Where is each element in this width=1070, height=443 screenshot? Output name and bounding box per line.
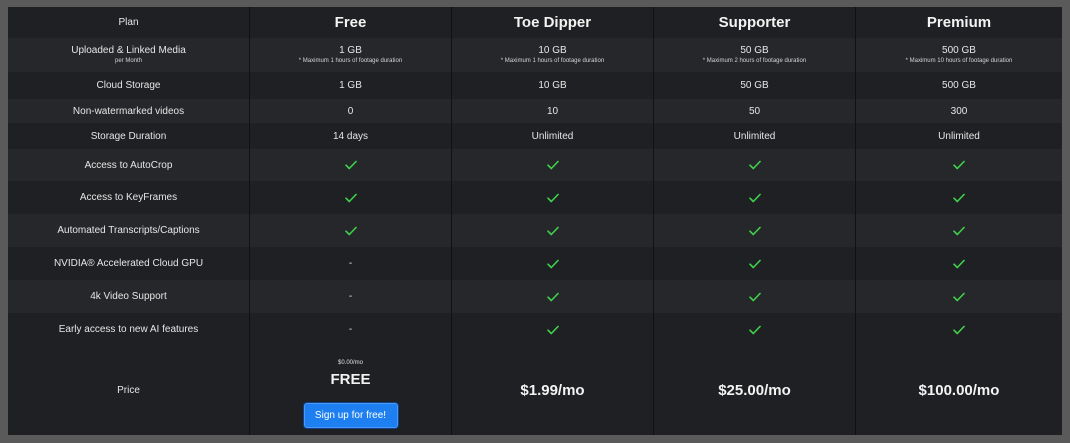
media-premium: 500 GB * Maximum 10 hours of footage dur… [855, 38, 1062, 72]
media-toe-dipper: 10 GB * Maximum 1 hours of footage durat… [451, 38, 653, 72]
signup-free-button[interactable]: Sign up for free! [303, 402, 398, 428]
row-label-nvidia-accelerated-cloud-gpu: NVIDIA® Accelerated Cloud GPU [8, 247, 249, 280]
row-label-media: Uploaded & Linked Media per Month [8, 38, 249, 72]
automated-transcripts-captions-toe-dipper-check-icon [451, 214, 653, 247]
media-supporter-note: * Maximum 2 hours of footage duration [702, 58, 807, 65]
row-label-early-access-to-new-ai-features: Early access to new AI features [8, 313, 249, 346]
automated-transcripts-captions-supporter-check-icon [653, 214, 855, 247]
row-label-storage-duration: Storage Duration [8, 123, 249, 149]
media-free: 1 GB * Maximum 1 hours of footage durati… [249, 38, 451, 72]
price-free-small: $0.00/mo [337, 359, 364, 366]
access-to-keyframes-free-check-icon [249, 181, 451, 214]
nvidia-accelerated-cloud-gpu-free-value: - [249, 247, 451, 280]
row-label-cloud-storage: Cloud Storage [8, 72, 249, 99]
media-free-value: 1 GB [339, 44, 362, 56]
automated-transcripts-captions-free-check-icon [249, 214, 451, 247]
access-to-keyframes-premium-check-icon [855, 181, 1062, 214]
cloud-storage-free-value: 1 GB [249, 72, 451, 99]
4k-video-support-supporter-check-icon [653, 280, 855, 313]
row-label-access-to-keyframes: Access to KeyFrames [8, 181, 249, 214]
non-watermarked-videos-toe-dipper-value: 10 [451, 99, 653, 123]
access-to-keyframes-supporter-check-icon [653, 181, 855, 214]
media-supporter: 50 GB * Maximum 2 hours of footage durat… [653, 38, 855, 72]
storage-duration-toe-dipper-value: Unlimited [451, 123, 653, 149]
row-label-access-to-autocrop: Access to AutoCrop [8, 149, 249, 181]
early-access-to-new-ai-features-toe-dipper-check-icon [451, 313, 653, 346]
media-label: Uploaded & Linked Media [71, 44, 186, 56]
media-free-note: * Maximum 1 hours of footage duration [298, 58, 403, 65]
price-premium: $100.00/mo [855, 346, 1062, 435]
price-toe-dipper: $1.99/mo [451, 346, 653, 435]
early-access-to-new-ai-features-premium-check-icon [855, 313, 1062, 346]
access-to-autocrop-free-check-icon [249, 149, 451, 181]
nvidia-accelerated-cloud-gpu-toe-dipper-check-icon [451, 247, 653, 280]
non-watermarked-videos-free-value: 0 [249, 99, 451, 123]
non-watermarked-videos-supporter-value: 50 [653, 99, 855, 123]
plan-header-supporter: Supporter [653, 7, 855, 38]
4k-video-support-free-value: - [249, 280, 451, 313]
media-toe-dipper-note: * Maximum 1 hours of footage duration [500, 58, 605, 65]
access-to-keyframes-toe-dipper-check-icon [451, 181, 653, 214]
storage-duration-supporter-value: Unlimited [653, 123, 855, 149]
price-supporter: $25.00/mo [653, 346, 855, 435]
row-label-non-watermarked-videos: Non-watermarked videos [8, 99, 249, 123]
media-toe-dipper-value: 10 GB [538, 44, 567, 56]
plan-header-premium: Premium [855, 7, 1062, 38]
header-plan-label: Plan [8, 7, 249, 38]
media-premium-value: 500 GB [942, 44, 976, 56]
pricing-comparison-panel: Plan Free Toe Dipper Supporter Premium U… [8, 7, 1062, 435]
media-supporter-value: 50 GB [740, 44, 769, 56]
pricing-table: Plan Free Toe Dipper Supporter Premium U… [8, 7, 1062, 435]
access-to-autocrop-supporter-check-icon [653, 149, 855, 181]
price-free: $0.00/mo FREE Sign up for free! [249, 346, 451, 435]
cloud-storage-supporter-value: 50 GB [653, 72, 855, 99]
storage-duration-free-value: 14 days [249, 123, 451, 149]
non-watermarked-videos-premium-value: 300 [855, 99, 1062, 123]
early-access-to-new-ai-features-supporter-check-icon [653, 313, 855, 346]
nvidia-accelerated-cloud-gpu-supporter-check-icon [653, 247, 855, 280]
early-access-to-new-ai-features-free-value: - [249, 313, 451, 346]
access-to-autocrop-premium-check-icon [855, 149, 1062, 181]
media-sublabel: per Month [114, 58, 142, 65]
price-free-big: FREE [330, 370, 371, 388]
automated-transcripts-captions-premium-check-icon [855, 214, 1062, 247]
plan-header-toe-dipper: Toe Dipper [451, 7, 653, 38]
plan-header-free: Free [249, 7, 451, 38]
storage-duration-premium-value: Unlimited [855, 123, 1062, 149]
cloud-storage-premium-value: 500 GB [855, 72, 1062, 99]
nvidia-accelerated-cloud-gpu-premium-check-icon [855, 247, 1062, 280]
access-to-autocrop-toe-dipper-check-icon [451, 149, 653, 181]
4k-video-support-toe-dipper-check-icon [451, 280, 653, 313]
row-label-automated-transcripts-captions: Automated Transcripts/Captions [8, 214, 249, 247]
media-premium-note: * Maximum 10 hours of footage duration [905, 58, 1013, 65]
row-label-4k-video-support: 4k Video Support [8, 280, 249, 313]
cloud-storage-toe-dipper-value: 10 GB [451, 72, 653, 99]
4k-video-support-premium-check-icon [855, 280, 1062, 313]
row-label-price: Price [8, 346, 249, 435]
